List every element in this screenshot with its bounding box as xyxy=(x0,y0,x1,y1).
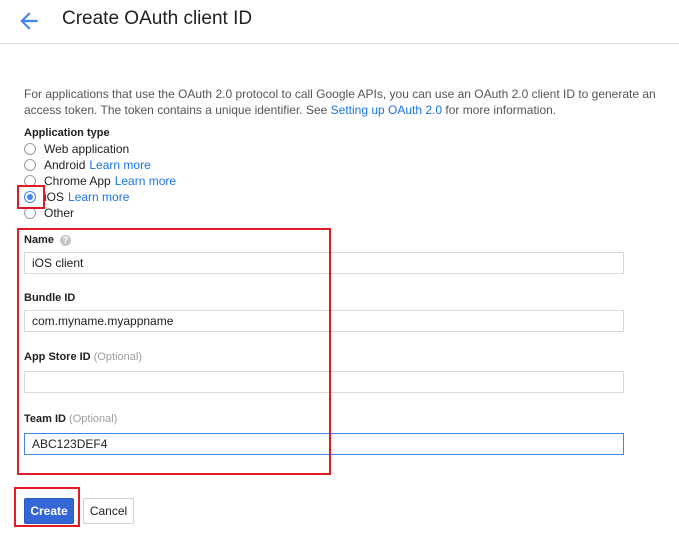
radio-label: Web application xyxy=(44,142,130,156)
radio-circle[interactable] xyxy=(24,175,36,187)
page-header: Create OAuth client ID xyxy=(0,0,679,44)
cancel-button[interactable]: Cancel xyxy=(83,498,134,524)
radio-circle[interactable] xyxy=(24,207,36,219)
name-input[interactable] xyxy=(24,252,624,274)
radio-ios[interactable]: iOS Learn more xyxy=(24,189,129,205)
radio-circle[interactable] xyxy=(24,143,36,155)
radio-label: Chrome App xyxy=(44,174,111,188)
radio-label: iOS xyxy=(44,190,65,204)
radio-label: Android xyxy=(44,158,86,172)
radio-circle-checked[interactable] xyxy=(24,191,36,203)
bundle-id-label: Bundle ID xyxy=(24,292,76,304)
intro-text-after: for more information. xyxy=(442,103,557,117)
bundle-id-input[interactable] xyxy=(24,310,624,332)
app-store-id-label: App Store ID (Optional) xyxy=(24,351,142,363)
radio-web-application[interactable]: Web application xyxy=(24,141,129,157)
radio-other[interactable]: Other xyxy=(24,205,74,221)
team-id-label-text: Team ID xyxy=(24,413,66,425)
team-id-label: Team ID (Optional) xyxy=(24,413,117,425)
name-label: Name? xyxy=(24,234,71,246)
help-icon[interactable]: ? xyxy=(59,234,71,246)
application-type-label: Application type xyxy=(24,127,110,139)
optional-tag: (Optional) xyxy=(93,351,142,363)
optional-tag: (Optional) xyxy=(69,413,118,425)
name-label-text: Name xyxy=(24,234,54,246)
radio-circle[interactable] xyxy=(24,159,36,171)
arrow-left-icon[interactable] xyxy=(16,8,42,34)
app-store-id-label-text: App Store ID xyxy=(24,351,91,363)
radio-label: Other xyxy=(44,206,75,220)
chrome-app-learn-more-link[interactable]: Learn more xyxy=(115,174,176,188)
app-store-id-input[interactable] xyxy=(24,371,624,393)
page-title: Create OAuth client ID xyxy=(62,8,253,29)
team-id-input[interactable] xyxy=(24,433,624,455)
android-learn-more-link[interactable]: Learn more xyxy=(89,158,150,172)
setting-up-oauth-link[interactable]: Setting up OAuth 2.0 xyxy=(331,103,442,117)
radio-android[interactable]: Android Learn more xyxy=(24,157,151,173)
radio-chrome-app[interactable]: Chrome App Learn more xyxy=(24,173,176,189)
create-button[interactable]: Create xyxy=(24,498,74,524)
ios-learn-more-link[interactable]: Learn more xyxy=(68,190,129,204)
intro-text: For applications that use the OAuth 2.0 … xyxy=(24,86,664,118)
